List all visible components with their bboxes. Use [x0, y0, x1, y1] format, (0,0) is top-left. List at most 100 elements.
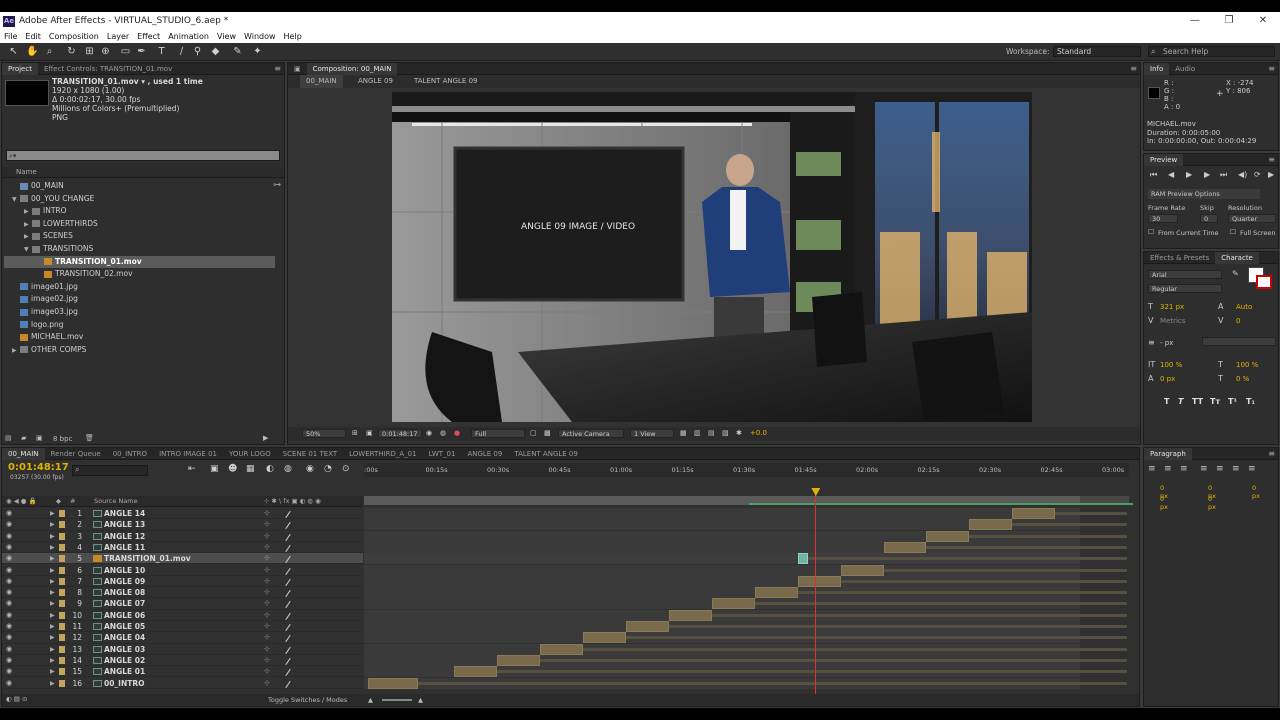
label-color-swatch[interactable] [59, 600, 65, 608]
draft-3d-icon[interactable]: ▣ [210, 464, 219, 474]
tab-effect-controls[interactable]: Effect Controls: TRANSITION_01.mov [38, 63, 178, 75]
quality-switch-icon[interactable] [285, 522, 291, 530]
collapse-switch-icon[interactable]: ⊹ [264, 565, 270, 576]
eyedropper-icon[interactable]: ✎ [1232, 269, 1239, 278]
crumb-talent-angle-09[interactable]: TALENT ANGLE 09 [414, 75, 478, 88]
project-item[interactable]: ▼ 00_YOU CHANGE [4, 193, 275, 205]
label-column-icon[interactable]: ◆ [56, 496, 61, 507]
tab-timeline-angle-09[interactable]: ANGLE 09 [461, 448, 508, 460]
ram-preview-dropdown[interactable]: RAM Preview Options [1148, 189, 1260, 199]
layer-duration-bar[interactable] [453, 666, 497, 678]
horizontal-scale-value[interactable]: 100 % [1236, 361, 1258, 369]
layer-row[interactable]: ◉ ▶ 13 ANGLE 03 ⊹ [2, 644, 363, 655]
puppet-tool-icon[interactable]: ✦ [252, 46, 263, 57]
layer-duration-bar[interactable] [368, 677, 419, 689]
layer-duration-bar[interactable] [926, 530, 970, 542]
quality-switch-icon[interactable] [285, 612, 291, 620]
layer-twirl-icon[interactable]: ▶ [50, 542, 55, 553]
indent-first-value[interactable]: 0 px [1252, 484, 1260, 500]
visibility-eye-icon[interactable]: ◉ [6, 623, 14, 630]
label-color-swatch[interactable] [59, 532, 65, 540]
crumb-00-main[interactable]: 00_MAIN [300, 75, 343, 88]
rotate-tool-icon[interactable]: ↻ [66, 46, 77, 57]
layer-duration-bar[interactable] [582, 632, 626, 644]
space-after-value[interactable]: 0 px [1208, 495, 1216, 511]
layer-row[interactable]: ◉ ▶ 2 ANGLE 13 ⊹ [2, 519, 363, 531]
small-caps-icon[interactable]: Tт [1210, 397, 1220, 406]
collapse-switch-icon[interactable]: ⊹ [264, 678, 270, 689]
workspace-dropdown[interactable]: Standard [1053, 46, 1141, 57]
frame-rate-field[interactable]: 30 [1148, 214, 1178, 223]
twirl-arrow-icon[interactable]: ▶ [24, 231, 32, 243]
project-item[interactable]: logo.png [4, 319, 275, 331]
justify-left-icon[interactable]: ≡ [1200, 464, 1208, 474]
exposure-icon[interactable]: ✱ [736, 429, 742, 437]
layer-duration-bar[interactable] [1012, 508, 1056, 519]
faux-bold-icon[interactable]: T [1164, 397, 1169, 406]
collapse-switch-icon[interactable]: ⊹ [264, 542, 270, 553]
tracking-value[interactable]: 0 [1236, 317, 1240, 325]
layer-twirl-icon[interactable]: ▶ [50, 644, 55, 655]
comp-panel-menu-icon[interactable]: ≡ [1130, 64, 1137, 73]
visibility-eye-icon[interactable]: ◉ [6, 521, 14, 528]
label-color-swatch[interactable] [59, 668, 65, 676]
zoom-in-icon[interactable]: ▲ [418, 696, 423, 704]
baseline-value[interactable]: 0 px [1160, 375, 1175, 383]
tab-info[interactable]: Info [1144, 62, 1170, 75]
layer-row[interactable]: ◉ ▶ 12 ANGLE 04 ⊹ [2, 632, 363, 644]
layer-duration-bar[interactable] [711, 598, 755, 610]
menu-layer[interactable]: Layer [107, 32, 129, 41]
loop-icon[interactable]: ⟳ [1254, 170, 1261, 179]
quality-switch-icon[interactable] [285, 544, 291, 552]
layer-twirl-icon[interactable]: ▶ [50, 610, 55, 621]
vertical-scale-value[interactable]: 100 % [1160, 361, 1182, 369]
timeline-current-time[interactable]: 0:01:48:17 [8, 462, 69, 473]
layer-name[interactable]: ANGLE 08 [104, 587, 145, 598]
column-name-header[interactable]: Name [2, 167, 284, 178]
pan-behind-tool-icon[interactable]: ⊕ [100, 46, 111, 57]
menu-animation[interactable]: Animation [168, 32, 209, 41]
collapse-switch-icon[interactable]: ⊹ [264, 644, 270, 655]
switches-header-icon[interactable]: ⊹ ✱ \ fx ▣ ◐ ◍ ◉ [264, 496, 321, 507]
project-item[interactable]: ▼ TRANSITIONS [4, 243, 275, 255]
layer-duration-bar[interactable] [797, 553, 808, 565]
collapse-switch-icon[interactable]: ⊹ [264, 666, 270, 677]
twirl-arrow-icon[interactable]: ▼ [12, 194, 20, 206]
full-screen-checkbox[interactable]: ☐ [1230, 228, 1236, 236]
zoom-slider[interactable] [382, 699, 412, 701]
playhead[interactable] [811, 488, 821, 706]
collapse-switch-icon[interactable]: ⊹ [264, 576, 270, 587]
visibility-eye-icon[interactable]: ◉ [6, 510, 14, 517]
stroke-type-dropdown[interactable] [1202, 337, 1276, 346]
resolution-dropdown[interactable]: Full [471, 429, 525, 438]
ram-preview-icon[interactable]: ▶ [1268, 170, 1274, 179]
zoom-tool-icon[interactable]: ⌕ [44, 46, 55, 57]
visibility-eye-icon[interactable]: ◉ [6, 532, 14, 540]
zoom-dropdown[interactable]: 50% [302, 429, 346, 438]
first-frame-icon[interactable]: ⏮ [1150, 170, 1157, 180]
visibility-eye-icon[interactable]: ◉ [6, 679, 14, 687]
collapse-switch-icon[interactable]: ⊹ [264, 621, 270, 632]
tab-timeline-scene-01-text[interactable]: SCENE 01 TEXT [277, 448, 343, 460]
search-help-input[interactable]: Search Help [1148, 46, 1275, 57]
timeline-search-input[interactable] [72, 465, 148, 476]
layer-name[interactable]: ANGLE 13 [104, 519, 145, 530]
quality-switch-icon[interactable] [285, 601, 291, 609]
align-right-icon[interactable]: ≡ [1180, 464, 1188, 474]
composition-viewer[interactable]: ANGLE 09 IMAGE / VIDEO [392, 92, 1032, 422]
justify-right-icon[interactable]: ≡ [1232, 464, 1240, 474]
keyframe-icon[interactable]: ◔ [324, 464, 332, 474]
tab-timeline-talent-angle-09[interactable]: TALENT ANGLE 09 [508, 448, 584, 460]
toggle-pixel-icon[interactable]: ▦ [680, 429, 687, 437]
layer-duration-bar[interactable] [625, 621, 669, 632]
transparency-icon[interactable]: ▩ [544, 429, 551, 437]
maximize-button[interactable]: ❐ [1212, 12, 1246, 30]
timeline-link-icon[interactable]: ▤ [708, 429, 715, 437]
layer-number-header[interactable]: # [70, 496, 75, 507]
label-color-swatch[interactable] [59, 656, 65, 664]
new-folder-icon[interactable]: ▰ [21, 434, 26, 442]
tab-preview[interactable]: Preview [1144, 153, 1184, 166]
paragraph-menu-icon[interactable]: ≡ [1268, 449, 1275, 458]
twirl-arrow-icon[interactable]: ▶ [24, 219, 32, 231]
layer-twirl-icon[interactable]: ▶ [50, 508, 55, 519]
